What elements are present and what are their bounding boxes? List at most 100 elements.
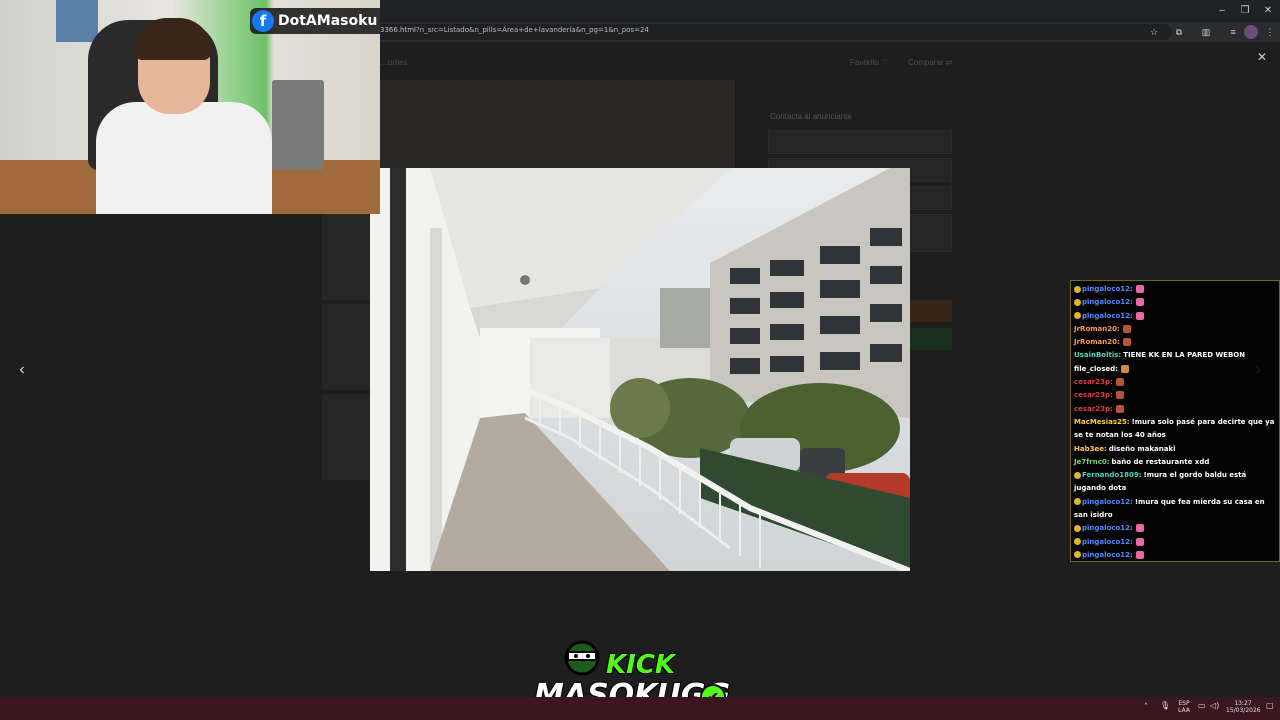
chat-message: Fernando1809: !mura el gordo baldu está j… (1074, 469, 1276, 496)
chat-username[interactable]: JrRoman20: (1074, 325, 1120, 333)
chat-message: pingaloco12: (1074, 522, 1276, 535)
chat-message: pingaloco12: (1074, 283, 1276, 296)
chat-emote-icon (1135, 285, 1144, 293)
menu-icon[interactable]: ⋮ (1263, 25, 1277, 39)
chat-username[interactable]: cesar23p: (1074, 378, 1113, 386)
notification-icon[interactable]: ▢ (1266, 702, 1274, 710)
chat-emote-icon (1135, 524, 1144, 533)
chat-text: TIENE KK EN LA PARED WEBON (1123, 351, 1246, 360)
clock[interactable]: 13:27 15/03/2026 (1226, 700, 1261, 714)
subscriber-badge-icon (1074, 471, 1081, 479)
gallery-prev-icon[interactable]: ‹ (10, 358, 34, 382)
subscriber-badge-icon (1074, 524, 1081, 532)
subscriber-badge-icon (1074, 312, 1081, 320)
contact-input-ghost (768, 130, 952, 154)
chat-message: file_closed: (1074, 363, 1276, 376)
minimize-button[interactable]: – (1212, 3, 1232, 19)
chat-message: MacMesias25: !mura solo pasé para decirte… (1074, 416, 1276, 443)
chat-emote-icon (1120, 364, 1129, 373)
listing-photo-ghost (380, 80, 735, 170)
chat-username[interactable]: pingaloco12: (1082, 285, 1133, 293)
network-icon[interactable]: ▭ (1198, 702, 1206, 710)
thumbnail-ghost (322, 304, 370, 390)
subscriber-badge-icon (1074, 538, 1081, 546)
chat-message: cesar23p: (1074, 389, 1276, 402)
chat-message: JrRoman20: (1074, 323, 1276, 336)
chat-username[interactable]: cesar23p: (1074, 405, 1113, 413)
subscriber-badge-icon (1074, 551, 1081, 559)
chat-username[interactable]: pingaloco12: (1082, 498, 1133, 506)
address-bar[interactable]: 3366.html?n_src=Listado&n_pills=Área+de+… (372, 24, 1172, 40)
chat-username[interactable]: MacMesias25: (1074, 418, 1130, 426)
chat-username[interactable]: Je7frnc0: (1074, 458, 1110, 466)
chat-emote-icon (1135, 537, 1144, 546)
nav-text: …orties (380, 58, 408, 67)
streamer-shirt (96, 102, 272, 214)
chat-message: Hab3ee: diseño makanaki (1074, 443, 1276, 456)
ninja-mascot-icon (564, 640, 600, 676)
window-close-button[interactable]: ✕ (1258, 3, 1278, 19)
language-bottom: LAA (1178, 707, 1190, 714)
chat-text: baño de restaurante xdd (1111, 457, 1210, 466)
chat-emote-icon (1115, 378, 1124, 387)
gallery-close-icon[interactable]: ✕ (1255, 50, 1269, 64)
chat-emote-icon (1115, 404, 1124, 413)
sidebar-icon[interactable]: ▥ (1199, 25, 1213, 39)
chat-username[interactable]: cesar23p: (1074, 391, 1113, 399)
chat-username[interactable]: file_closed: (1074, 365, 1118, 373)
thumbnail-ghost (322, 214, 370, 300)
thumbnail-ghost (322, 394, 370, 480)
chat-username[interactable]: pingaloco12: (1082, 538, 1133, 546)
chat-emote-icon (1122, 324, 1131, 333)
chat-username[interactable]: pingaloco12: (1082, 551, 1133, 559)
windows-taskbar (0, 697, 1280, 720)
webcam-overlay: f DotAMasoku (0, 0, 380, 214)
profile-avatar[interactable] (1244, 25, 1258, 39)
microphone-icon[interactable]: 🎙 (1160, 702, 1170, 710)
chat-emote-icon (1135, 311, 1144, 320)
chat-message: pingaloco12: (1074, 296, 1276, 309)
balcony-photo-illustration (370, 168, 910, 571)
chat-message: cesar23p: (1074, 376, 1276, 389)
chat-emote-icon (1135, 550, 1144, 559)
facebook-icon: f (252, 10, 274, 32)
chat-message: pingaloco12: (1074, 310, 1276, 323)
subscriber-badge-icon (1074, 498, 1081, 506)
streamer-hair (134, 18, 212, 60)
chat-username[interactable]: Fernando1809: (1082, 471, 1142, 479)
kick-word: KICK (605, 649, 676, 681)
bookmark-star-icon[interactable]: ☆ (1147, 25, 1161, 39)
mini-fridge (272, 80, 324, 170)
chat-username[interactable]: pingaloco12: (1082, 524, 1133, 532)
favorite-link[interactable]: Favorito ♡ (850, 58, 888, 67)
gallery-photo (370, 168, 910, 571)
chat-message: cesar23p: (1074, 403, 1276, 416)
contact-heading: Contacta al anunciante (770, 112, 852, 121)
chat-emote-icon (1135, 298, 1144, 307)
chat-emote-icon (1115, 391, 1124, 400)
chat-username[interactable]: Hab3ee: (1074, 445, 1107, 453)
chat-emote-icon (1122, 338, 1131, 347)
volume-icon[interactable]: ◁) (1210, 702, 1219, 710)
compare-link[interactable]: Comparar ⇄ (908, 58, 953, 67)
url-text: 3366.html?n_src=Listado&n_pills=Área+de+… (380, 26, 649, 34)
subscriber-badge-icon (1074, 298, 1081, 306)
chat-message: Je7frnc0: baño de restaurante xdd (1074, 456, 1276, 469)
tray-chevron-icon[interactable]: ˄ (1144, 703, 1148, 711)
chat-username[interactable]: JrRoman20: (1074, 338, 1120, 346)
subscriber-badge-icon (1074, 285, 1081, 293)
chat-username[interactable]: pingaloco12: (1082, 298, 1133, 306)
chat-text: diseño makanaki (1108, 444, 1176, 453)
language-top: ESP (1178, 700, 1190, 707)
whatsapp-button-ghost (910, 328, 952, 350)
restore-button[interactable]: ❐ (1235, 3, 1255, 19)
language-indicator[interactable]: ESP LAA (1176, 700, 1192, 714)
chat-message: pingaloco12: !mura que fea mierda su casa… (1074, 496, 1276, 523)
wall-poster (56, 0, 98, 42)
media-icon[interactable]: ≡ (1226, 25, 1240, 39)
chat-message: UsainBoltis: TIENE KK EN LA PARED WEBON (1074, 349, 1276, 362)
chat-username[interactable]: pingaloco12: (1082, 312, 1133, 320)
extensions-icon[interactable]: ⧉ (1172, 25, 1186, 39)
facebook-handle: DotAMasoku (278, 13, 378, 29)
chat-username[interactable]: UsainBoltis: (1074, 351, 1121, 359)
